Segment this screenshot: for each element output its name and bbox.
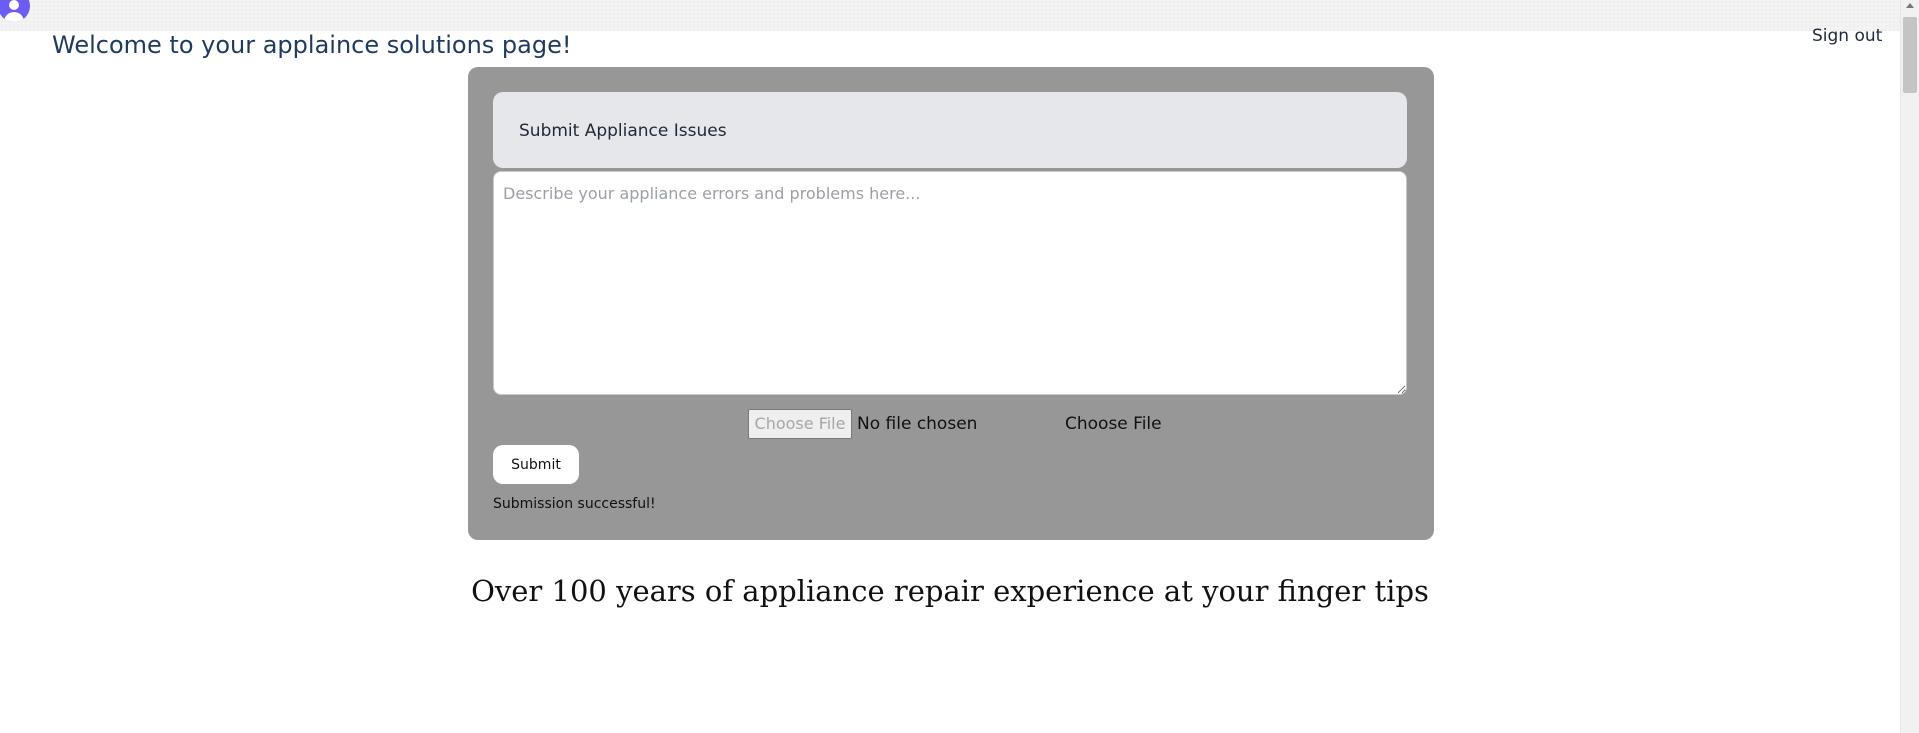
sign-out-link[interactable]: Sign out — [1812, 26, 1882, 46]
issue-form-panel: Submit Appliance Issues Choose File No f… — [468, 67, 1434, 540]
scrollbar-thumb[interactable] — [1903, 17, 1917, 93]
choose-file-label[interactable]: Choose File — [1065, 414, 1162, 434]
file-status-text: No file chosen — [857, 414, 978, 434]
submission-status-message: Submission successful! — [493, 496, 656, 512]
top-bar — [0, 0, 1900, 31]
issue-form-header: Submit Appliance Issues — [493, 92, 1407, 168]
issue-form-title: Submit Appliance Issues — [519, 121, 727, 141]
issue-description-textarea[interactable] — [493, 171, 1407, 395]
avatar-shoulders-shape — [4, 12, 24, 22]
submit-button[interactable]: Submit — [493, 445, 579, 484]
vertical-scrollbar[interactable] — [1900, 0, 1919, 733]
page-title: Welcome to your applaince solutions page… — [52, 31, 572, 59]
tagline-heading: Over 100 years of appliance repair exper… — [471, 574, 1429, 608]
choose-file-button[interactable]: Choose File — [748, 409, 852, 439]
avatar-head-shape — [9, 0, 19, 10]
scroll-up-arrow-icon[interactable] — [1906, 3, 1914, 8]
user-avatar-icon[interactable] — [0, 0, 30, 22]
